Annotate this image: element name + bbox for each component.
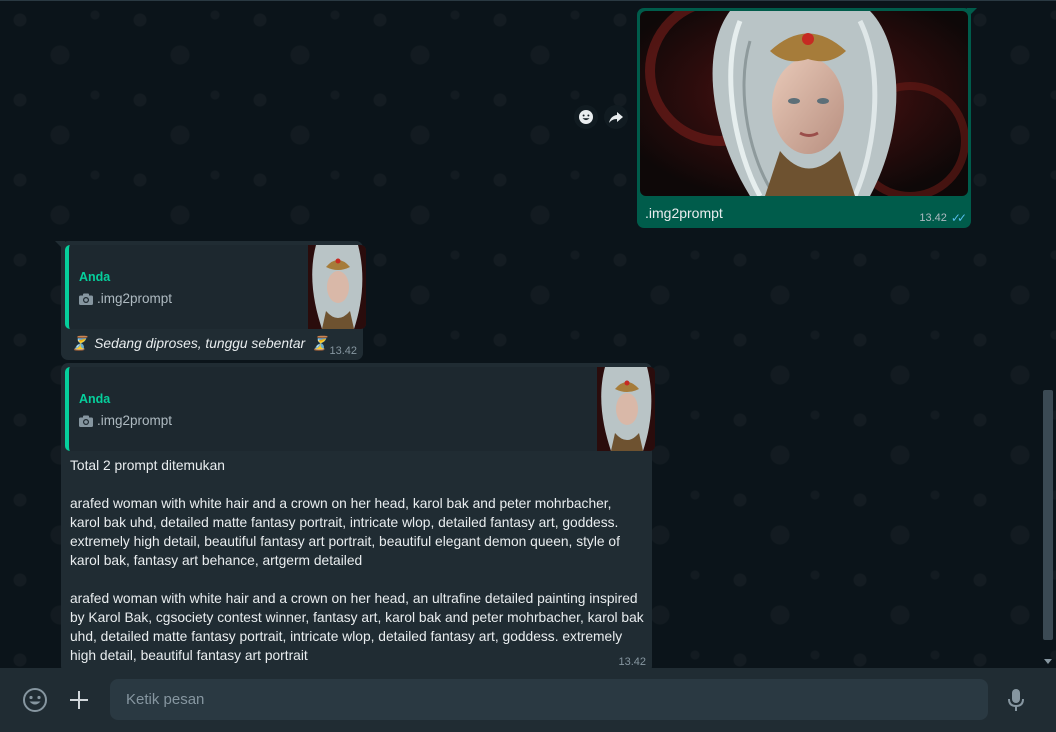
plus-icon — [70, 691, 88, 709]
portrait-image[interactable] — [640, 11, 968, 196]
camera-icon — [79, 415, 93, 427]
quoted-message[interactable]: Anda .img2prompt — [65, 245, 366, 329]
hourglass-icon: ⏳ — [311, 336, 329, 351]
quote-text: .img2prompt — [97, 413, 173, 428]
top-divider — [0, 0, 1056, 1]
incoming-message-result[interactable]: Anda .img2prompt Total 2 prompt ditemuka… — [61, 363, 655, 668]
result-summary: Total 2 prompt ditemukan — [70, 458, 225, 473]
scroll-down-arrow-icon[interactable] — [1044, 659, 1052, 664]
quote-author: Anda — [79, 270, 111, 284]
emoji-button[interactable] — [21, 686, 49, 714]
quote-thumbnail — [597, 367, 655, 451]
attach-button[interactable] — [65, 686, 93, 714]
quote-author: Anda — [79, 392, 111, 406]
prompt-result-1: arafed woman with white hair and a crown… — [70, 496, 620, 568]
quote-text: .img2prompt — [97, 291, 173, 306]
outgoing-image-message[interactable]: .img2prompt 13.42 ✓✓ — [637, 8, 971, 228]
scrollbar[interactable] — [1042, 0, 1054, 668]
image-caption: .img2prompt — [645, 205, 723, 221]
message-text: ⏳ Sedang diproses, tunggu sebentar ⏳ — [71, 334, 328, 353]
voice-message-button[interactable] — [1002, 686, 1030, 714]
processing-text: Sedang diproses, tunggu sebentar — [94, 336, 306, 351]
chat-panel: .img2prompt 13.42 ✓✓ Anda .img2prompt ⏳ … — [0, 0, 1056, 668]
quote-body: .img2prompt — [79, 291, 172, 306]
microphone-icon — [1008, 689, 1024, 711]
message-time: 13.42 — [919, 212, 947, 224]
react-button[interactable] — [574, 105, 598, 129]
emoji-react-icon — [579, 110, 593, 124]
double-check-read-icon: ✓✓ — [950, 211, 967, 225]
message-input[interactable] — [110, 679, 988, 720]
hourglass-icon: ⏳ — [71, 336, 89, 351]
quote-body: .img2prompt — [79, 413, 172, 428]
quote-thumbnail — [308, 245, 366, 329]
message-time: 13.42 — [618, 656, 646, 668]
forward-icon — [609, 112, 623, 123]
composer-bar — [0, 668, 1056, 732]
message-time: 13.42 — [329, 345, 357, 357]
message-meta: 13.42 ✓✓ — [919, 211, 967, 225]
forward-button[interactable] — [604, 105, 628, 129]
incoming-message-processing[interactable]: Anda .img2prompt ⏳ Sedang diproses, tung… — [61, 241, 366, 360]
emoji-icon — [23, 688, 47, 712]
camera-icon — [79, 293, 93, 305]
quoted-message[interactable]: Anda .img2prompt — [65, 367, 655, 451]
scrollbar-thumb[interactable] — [1043, 390, 1053, 640]
prompt-result-2: arafed woman with white hair and a crown… — [70, 591, 644, 663]
